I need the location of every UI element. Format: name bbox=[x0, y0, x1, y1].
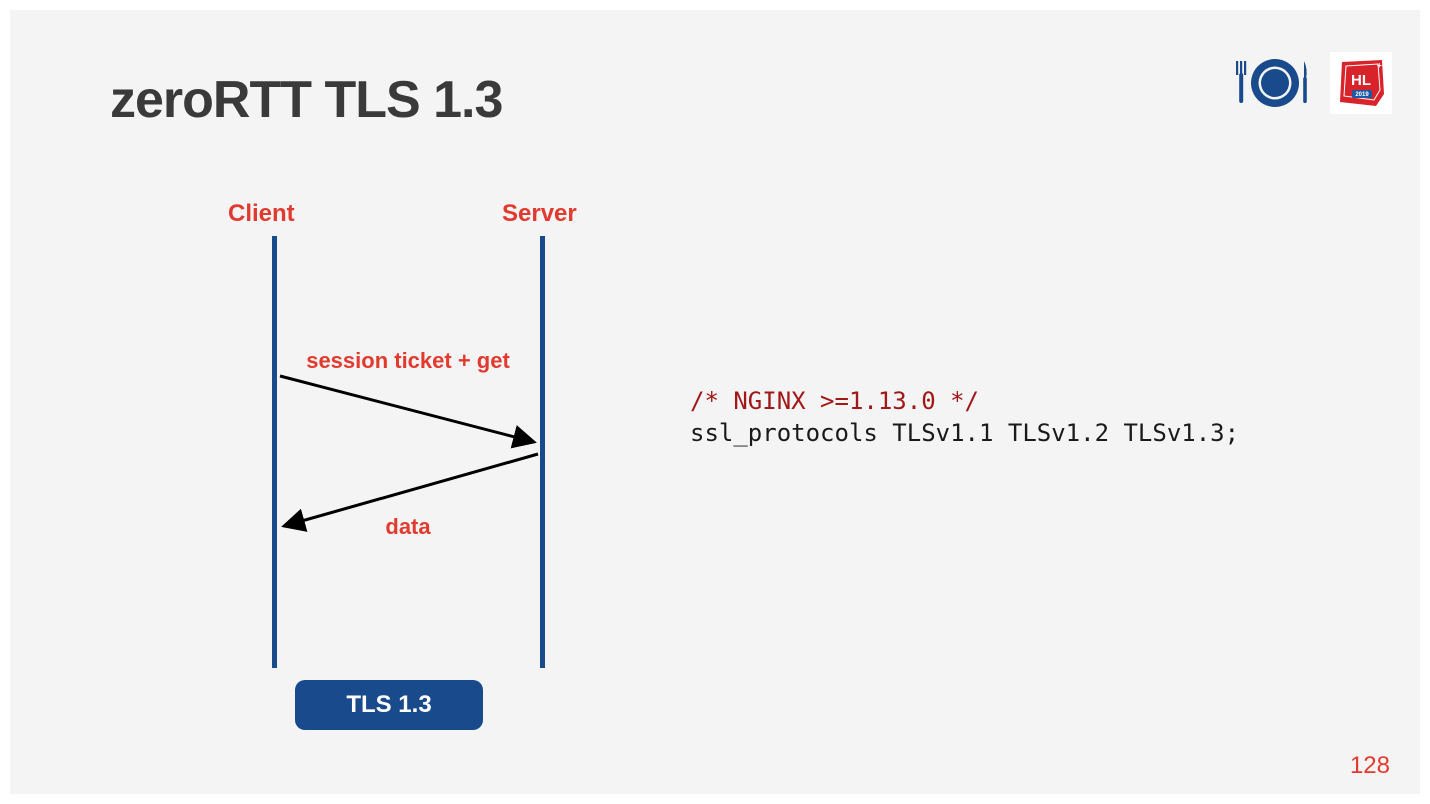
sequence-diagram: Client Server session ticket + get data bbox=[220, 200, 620, 740]
plate-cutlery-icon bbox=[1232, 53, 1312, 113]
svg-text:HL: HL bbox=[1351, 72, 1371, 89]
message-arrows bbox=[272, 236, 547, 668]
svg-text:++: ++ bbox=[1377, 61, 1387, 70]
code-block: /* NGINX >=1.13.0 */ ssl_protocols TLSv1… bbox=[690, 385, 1239, 450]
slide-title: zeroRTT TLS 1.3 bbox=[110, 70, 502, 130]
message1-label: session ticket + get bbox=[278, 348, 538, 374]
protocol-badge: TLS 1.3 bbox=[295, 680, 483, 730]
logo-cluster: HL 2019 ++ bbox=[1232, 52, 1392, 114]
slide: zeroRTT TLS 1.3 bbox=[10, 10, 1420, 794]
code-comment: /* NGINX >=1.13.0 */ bbox=[690, 387, 979, 415]
code-line-1: ssl_protocols TLSv1.1 TLSv1.2 TLSv1.3; bbox=[690, 419, 1239, 447]
client-label: Client bbox=[228, 200, 295, 228]
server-label: Server bbox=[502, 200, 577, 228]
page-number: 128 bbox=[1350, 752, 1390, 780]
message2-label: data bbox=[278, 514, 538, 540]
hl-logo-icon: HL 2019 ++ bbox=[1330, 52, 1392, 114]
svg-text:2019: 2019 bbox=[1355, 92, 1369, 98]
